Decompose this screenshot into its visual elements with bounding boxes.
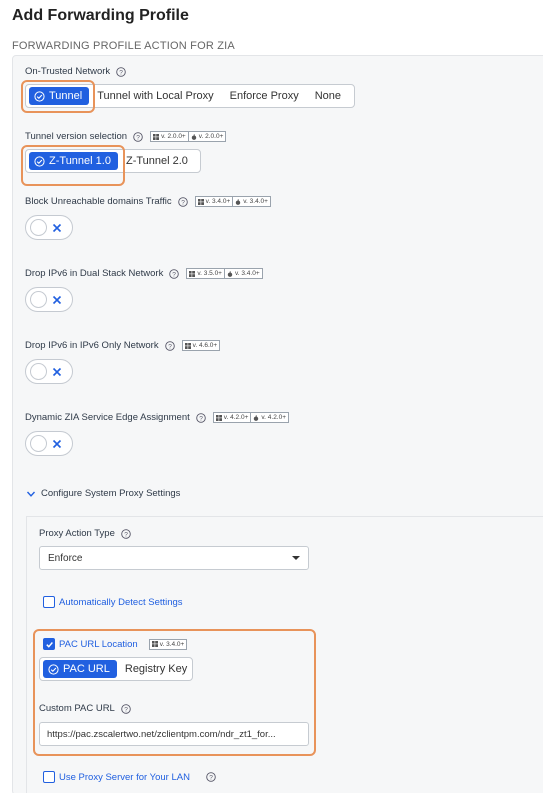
help-icon[interactable]: ? — [164, 340, 175, 351]
option-tunnel-local-proxy[interactable]: Tunnel with Local Proxy — [89, 87, 221, 105]
apple-icon — [227, 270, 233, 277]
apple-version-badge: v. 2.0.0+ — [188, 131, 227, 142]
svg-text:?: ? — [173, 271, 177, 278]
version-badges: v. 3.5.0+ v. 3.4.0+ — [186, 268, 263, 279]
svg-text:?: ? — [124, 531, 128, 538]
option-enforce-proxy[interactable]: Enforce Proxy — [222, 87, 307, 105]
windows-icon — [189, 270, 196, 277]
option-none[interactable]: None — [307, 87, 349, 105]
on-trusted-network-label: On-Trusted Network ? — [25, 66, 126, 77]
auto-detect-checkbox[interactable] — [43, 596, 55, 608]
highlight-z-tunnel-1 — [21, 145, 125, 186]
apple-version-badge: v. 3.4.0+ — [233, 196, 271, 207]
svg-text:?: ? — [119, 69, 123, 76]
close-icon — [52, 367, 62, 377]
windows-version-badge: v. 4.6.0+ — [181, 340, 221, 351]
close-icon — [52, 223, 62, 233]
toggle-knob — [30, 435, 47, 452]
svg-text:?: ? — [181, 199, 185, 206]
toggle-knob — [30, 291, 47, 308]
windows-icon — [197, 198, 204, 205]
block-unreachable-toggle[interactable] — [25, 215, 73, 240]
use-proxy-server-row: Use Proxy Server for Your LAN ? — [43, 771, 216, 783]
windows-icon — [153, 133, 160, 140]
windows-version-badge: v. 3.5.0+ — [186, 268, 225, 279]
windows-icon — [184, 342, 191, 349]
version-badges: v. 4.6.0+ — [181, 340, 221, 351]
help-icon[interactable]: ? — [133, 131, 143, 142]
highlight-pac-settings — [33, 629, 316, 756]
windows-version-badge: v. 2.0.0+ — [150, 131, 189, 142]
caret-down-icon — [292, 556, 300, 560]
system-proxy-collapse-toggle[interactable]: Configure System Proxy Settings — [26, 488, 180, 499]
version-badges: v. 4.2.0+ v. 4.2.0+ — [212, 412, 290, 423]
page-title: Add Forwarding Profile — [12, 7, 189, 24]
version-badges: v. 3.4.0+ v. 3.4.0+ — [194, 196, 271, 207]
section-label: FORWARDING PROFILE ACTION FOR ZIA — [12, 40, 235, 52]
option-z-tunnel-2[interactable]: Z-Tunnel 2.0 — [118, 152, 196, 170]
toggle-knob — [30, 219, 47, 236]
help-icon[interactable]: ? — [121, 528, 131, 539]
dynamic-zia-label: Dynamic ZIA Service Edge Assignment ? v.… — [25, 412, 290, 423]
help-icon[interactable]: ? — [177, 196, 188, 207]
drop-ipv6-only-toggle[interactable] — [25, 359, 73, 384]
close-icon — [52, 295, 62, 305]
chevron-down-icon — [26, 489, 36, 499]
svg-text:?: ? — [209, 774, 213, 781]
block-unreachable-label: Block Unreachable domains Traffic ? v. 3… — [25, 196, 271, 207]
highlight-tunnel — [21, 80, 95, 113]
help-icon[interactable]: ? — [169, 268, 180, 279]
apple-icon — [191, 133, 197, 140]
toggle-knob — [30, 363, 47, 380]
proxy-action-type-label: Proxy Action Type ? — [39, 528, 131, 539]
help-icon[interactable]: ? — [206, 772, 216, 782]
svg-text:?: ? — [168, 343, 172, 350]
windows-version-badge: v. 3.4.0+ — [194, 196, 234, 207]
apple-icon — [235, 198, 241, 205]
proxy-action-type-select[interactable]: Enforce — [39, 546, 309, 570]
help-icon[interactable]: ? — [195, 412, 206, 423]
dynamic-zia-toggle[interactable] — [25, 431, 73, 456]
drop-ipv6-dual-label: Drop IPv6 in Dual Stack Network ? v. 3.5… — [25, 268, 263, 279]
version-badges: v. 2.0.0+ v. 2.0.0+ — [150, 131, 227, 142]
apple-version-badge: v. 3.4.0+ — [224, 268, 263, 279]
windows-icon — [215, 414, 222, 421]
apple-version-badge: v. 4.2.0+ — [251, 412, 290, 423]
svg-text:?: ? — [136, 134, 140, 141]
apple-icon — [253, 414, 259, 421]
drop-ipv6-dual-toggle[interactable] — [25, 287, 73, 312]
drop-ipv6-only-label: Drop IPv6 in IPv6 Only Network ? v. 4.6.… — [25, 340, 221, 351]
auto-detect-settings-row: Automatically Detect Settings — [43, 596, 183, 608]
help-icon[interactable]: ? — [116, 66, 126, 77]
use-proxy-server-checkbox[interactable] — [43, 771, 55, 783]
tunnel-version-label: Tunnel version selection ? v. 2.0.0+ v. … — [25, 131, 227, 142]
windows-version-badge: v. 4.2.0+ — [212, 412, 252, 423]
close-icon — [52, 439, 62, 449]
svg-text:?: ? — [199, 415, 203, 422]
